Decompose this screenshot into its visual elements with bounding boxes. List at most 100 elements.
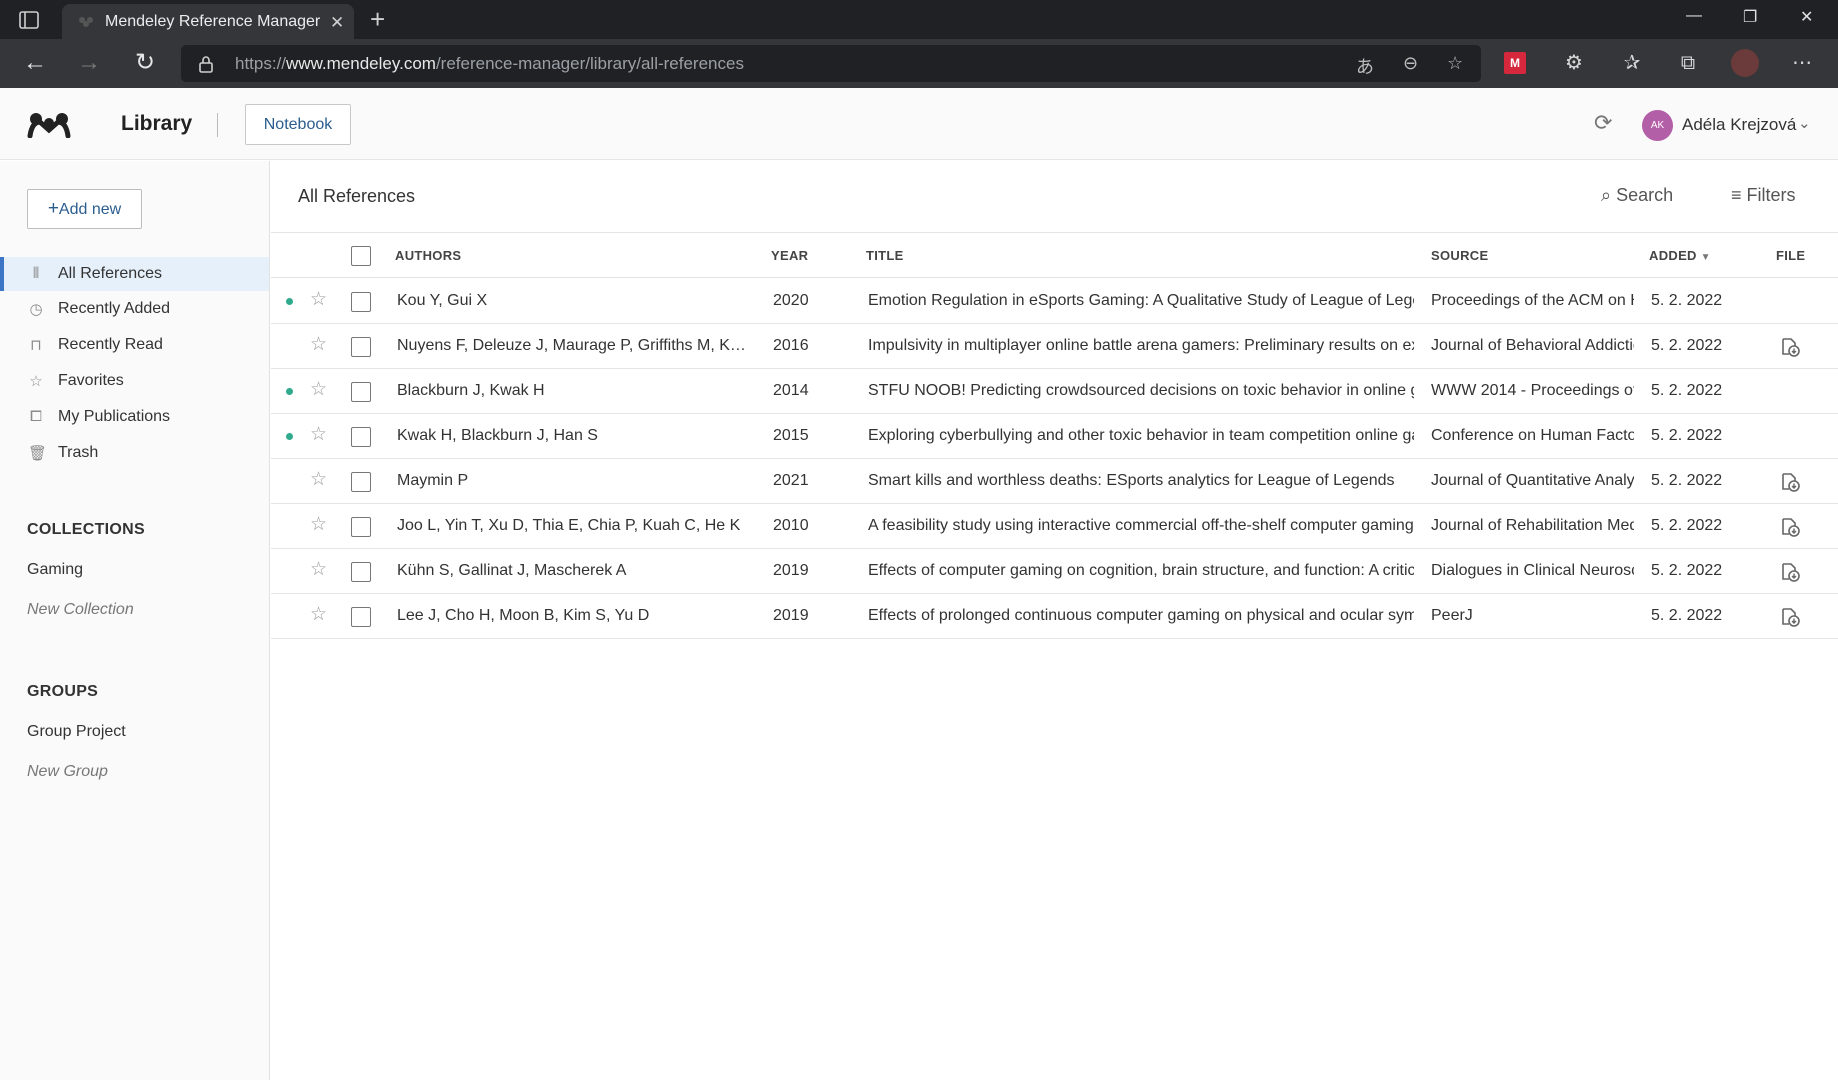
- select-all-checkbox[interactable]: [351, 246, 371, 266]
- add-new-button[interactable]: +Add new: [27, 189, 142, 229]
- lock-icon[interactable]: [199, 55, 213, 73]
- column-header-source[interactable]: SOURCE: [1431, 248, 1488, 263]
- favorite-star-icon[interactable]: ☆: [310, 603, 327, 626]
- column-header-year[interactable]: YEAR: [771, 248, 808, 263]
- table-row[interactable]: ☆ Kühn S, Gallinat J, Mascherek A 2019 Effe…: [271, 549, 1838, 594]
- forward-icon[interactable]: →: [75, 49, 103, 77]
- row-checkbox[interactable]: [351, 562, 371, 582]
- add-favorite-icon[interactable]: ☆: [1447, 53, 1463, 74]
- table-row[interactable]: ☆ Lee J, Cho H, Moon B, Kim S, Yu D 2019 Ef…: [271, 594, 1838, 639]
- minimize-icon[interactable]: —: [1686, 7, 1702, 25]
- row-checkbox[interactable]: [351, 337, 371, 357]
- file-download-icon[interactable]: [1779, 471, 1801, 498]
- file-download-icon[interactable]: [1779, 336, 1801, 363]
- row-checkbox[interactable]: [351, 427, 371, 447]
- browser-tab-bar: Mendeley Reference Manager ✕ + — ❐ ✕: [0, 0, 1838, 39]
- favorite-star-icon[interactable]: ☆: [310, 423, 327, 446]
- sync-icon[interactable]: ⟳: [1594, 110, 1612, 136]
- cell-year: 2016: [773, 337, 809, 354]
- search-button[interactable]: ⌕ Search: [1601, 185, 1673, 206]
- reload-icon[interactable]: ↻: [131, 49, 159, 77]
- list-title: All References: [298, 186, 416, 206]
- sidebar-item-label: Favorites: [58, 372, 124, 389]
- favorite-star-icon[interactable]: ☆: [310, 333, 327, 356]
- read-aloud-icon[interactable]: あ: [1356, 53, 1374, 79]
- cell-year: 2014: [773, 382, 809, 399]
- table-row[interactable]: ☆ Kwak H, Blackburn J, Han S 2015 Exploring…: [271, 414, 1838, 459]
- tab-actions-icon[interactable]: [18, 9, 40, 31]
- table-row[interactable]: ☆ Blackburn J, Kwak H 2014 STFU NOOB! Predi…: [271, 369, 1838, 414]
- cell-title: Effects of computer gaming on cognition,…: [868, 562, 1414, 579]
- tab-close-icon[interactable]: ✕: [330, 13, 344, 33]
- back-icon[interactable]: ←: [21, 49, 49, 77]
- mendeley-extension-icon[interactable]: M: [1504, 52, 1526, 74]
- group-item-group-project[interactable]: Group Project: [27, 723, 126, 741]
- table-row[interactable]: ☆ Nuyens F, Deleuze J, Maurage P, Griffit…: [271, 324, 1838, 369]
- avatar[interactable]: AK: [1642, 110, 1673, 141]
- favorite-star-icon[interactable]: ☆: [310, 513, 327, 536]
- sidebar-item-label: Recently Read: [58, 336, 163, 353]
- column-header-title[interactable]: TITLE: [866, 248, 904, 263]
- cell-authors: Kou Y, Gui X: [397, 292, 488, 309]
- browser-tab[interactable]: Mendeley Reference Manager ✕: [62, 4, 354, 39]
- file-download-icon[interactable]: [1779, 516, 1801, 543]
- cell-year: 2019: [773, 607, 809, 624]
- sidebar-item-recently-added[interactable]: ◷ Recently Added: [0, 292, 269, 326]
- table-row[interactable]: ☆ Maymin P 2021 Smart kills and worthless d…: [271, 459, 1838, 504]
- row-checkbox[interactable]: [351, 292, 371, 312]
- new-collection-link[interactable]: New Collection: [27, 601, 134, 619]
- collection-item-gaming[interactable]: Gaming: [27, 561, 83, 579]
- column-header-file[interactable]: FILE: [1776, 248, 1805, 263]
- cell-year: 2010: [773, 517, 809, 534]
- chevron-down-icon[interactable]: ⌄: [1798, 114, 1811, 132]
- favorite-star-icon[interactable]: ☆: [310, 378, 327, 401]
- plus-icon: +: [47, 198, 59, 219]
- sidebar-item-trash[interactable]: 🗑 Trash: [0, 436, 269, 470]
- favorite-star-icon[interactable]: ☆: [310, 558, 327, 581]
- collections-icon[interactable]: ⧉: [1674, 49, 1702, 77]
- sidebar-item-recently-read[interactable]: ⊓ Recently Read: [0, 328, 269, 362]
- favorite-star-icon[interactable]: ☆: [310, 288, 327, 311]
- extensions-icon[interactable]: ⚙: [1560, 49, 1588, 77]
- mendeley-logo[interactable]: [27, 110, 71, 138]
- row-checkbox[interactable]: [351, 607, 371, 627]
- sidebar-item-all-references[interactable]: ⫴ All References: [0, 257, 269, 291]
- restore-icon[interactable]: ❐: [1743, 7, 1757, 27]
- more-icon[interactable]: ⋯: [1788, 49, 1816, 77]
- row-checkbox[interactable]: [351, 382, 371, 402]
- favorite-star-icon[interactable]: ☆: [310, 468, 327, 491]
- notebook-button[interactable]: Notebook: [245, 104, 351, 145]
- new-tab-icon[interactable]: +: [370, 4, 385, 34]
- cell-source: Dialogues in Clinical Neuroscience: [1431, 562, 1634, 579]
- cell-added: 5. 2. 2022: [1651, 562, 1723, 579]
- favorites-icon[interactable]: ✰: [1618, 49, 1646, 77]
- file-download-icon[interactable]: [1779, 561, 1801, 588]
- close-window-icon[interactable]: ✕: [1800, 7, 1813, 27]
- column-header-added-label: ADDED: [1649, 248, 1697, 263]
- column-header-authors[interactable]: AUTHORS: [395, 248, 461, 263]
- profile-avatar-icon[interactable]: [1731, 49, 1759, 77]
- zoom-icon[interactable]: ⊖: [1403, 53, 1418, 74]
- column-header-added[interactable]: ADDED ▼: [1649, 248, 1711, 263]
- cell-source: Proceedings of the ACM on Human-Computer…: [1431, 292, 1634, 309]
- star-icon: ☆: [29, 373, 43, 390]
- filters-button[interactable]: ≡ Filters: [1731, 185, 1796, 206]
- cell-authors: Nuyens F, Deleuze J, Maurage P, Griffith…: [397, 337, 751, 354]
- app-header: Library Notebook ⟳ AK Adéla Krejzová ⌄: [0, 88, 1838, 160]
- table-row[interactable]: ☆ Joo L, Yin T, Xu D, Thia E, Chia P, Kua…: [271, 504, 1838, 549]
- sidebar-item-favorites[interactable]: ☆ Favorites: [0, 364, 269, 398]
- file-download-icon[interactable]: [1779, 606, 1801, 633]
- row-checkbox[interactable]: [351, 517, 371, 537]
- cell-added: 5. 2. 2022: [1651, 472, 1723, 489]
- collections-header: COLLECTIONS: [27, 521, 145, 538]
- trash-icon: 🗑: [28, 445, 48, 462]
- user-name[interactable]: Adéla Krejzová: [1682, 115, 1796, 135]
- main-content: All References ⌕ Search ≡ Filters AUTHOR…: [271, 161, 1838, 1080]
- row-checkbox[interactable]: [351, 472, 371, 492]
- search-icon: ⌕: [1601, 185, 1612, 205]
- new-group-link[interactable]: New Group: [27, 763, 108, 781]
- table-row[interactable]: ☆ Kou Y, Gui X 2020 Emotion Regulation in e…: [271, 279, 1838, 324]
- unread-indicator: [286, 298, 293, 305]
- sidebar-item-my-publications[interactable]: ⧠ My Publications: [0, 400, 269, 434]
- url-field[interactable]: https://www.mendeley.com/reference-manag…: [181, 45, 1481, 82]
